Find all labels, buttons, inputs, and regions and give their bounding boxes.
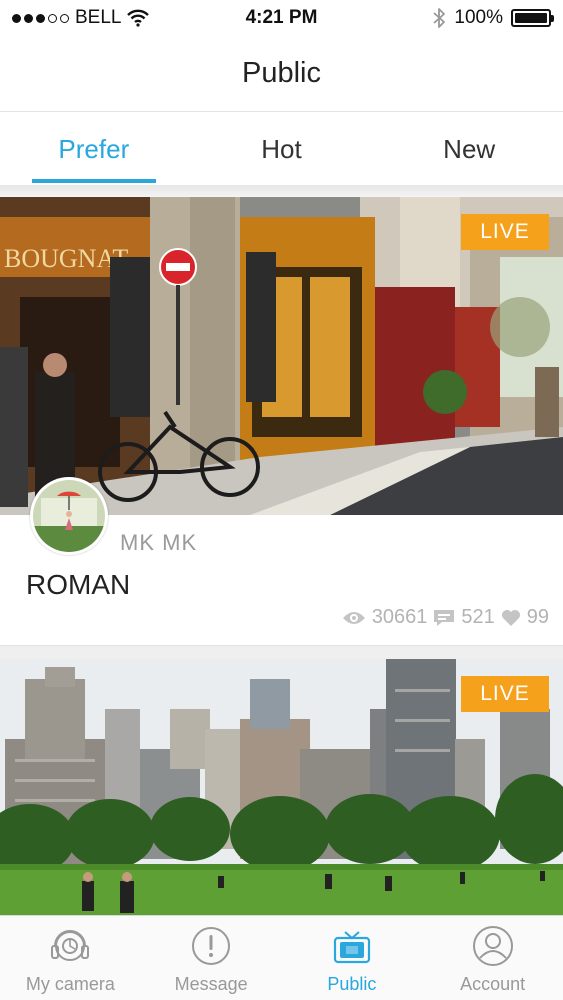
card-divider (0, 645, 563, 659)
nav-public[interactable]: Public (282, 916, 423, 1000)
battery-percent: 100% (454, 7, 503, 28)
page-title: Public (242, 57, 321, 89)
live-badge[interactable]: LIVE (461, 676, 549, 712)
card-info: MK MK ROMAN 30661 521 99 (0, 477, 563, 645)
live-badge[interactable]: LIVE (461, 214, 549, 250)
likes-count: 99 (526, 606, 549, 628)
stream-thumbnail[interactable]: LIVE (0, 659, 563, 915)
comments-count: 521 (461, 606, 495, 628)
comment-icon (434, 609, 455, 626)
signal-strength-icon (12, 13, 69, 23)
eye-icon (342, 611, 365, 624)
carrier-label: BELL (75, 7, 122, 28)
nav-label: Message (174, 974, 248, 994)
nav-label: Public (327, 974, 377, 994)
tab-new[interactable]: New (375, 113, 563, 185)
feed-card[interactable]: BOUGNAT LIVE MK MK ROMAN 30661 521 99 (0, 197, 563, 645)
battery-fill (515, 13, 547, 23)
stream-stats: 30661 521 99 (342, 606, 549, 629)
camera-icon (51, 930, 90, 961)
avatar[interactable] (30, 477, 108, 555)
status-bar: BELL 4:21 PM 100% (0, 0, 563, 36)
nav-label: My camera (25, 974, 115, 994)
author-name: MK MK (120, 530, 198, 555)
tab-prefer[interactable]: Prefer (0, 113, 188, 185)
app-screen: BELL 4:21 PM 100% Public Prefer Hot New (0, 0, 563, 1000)
user-icon (472, 926, 513, 966)
stream-thumbnail[interactable]: BOUGNAT LIVE (0, 197, 563, 515)
tab-bar: Prefer Hot New (0, 113, 563, 185)
nav-message[interactable]: Message (141, 916, 282, 1000)
title-bar: Public (0, 36, 563, 112)
alert-icon (192, 927, 231, 965)
heart-icon (501, 609, 520, 626)
feed-card[interactable]: LIVE (0, 659, 563, 915)
live-feed[interactable]: BOUGNAT LIVE MK MK ROMAN 30661 521 99 LI… (0, 197, 563, 915)
nav-label: Account (460, 974, 526, 994)
tabs-divider (0, 185, 563, 197)
nav-my-camera[interactable]: My camera (0, 916, 141, 1000)
battery-icon (511, 9, 554, 27)
tv-icon (333, 931, 370, 964)
bluetooth-icon (433, 8, 446, 28)
wifi-icon (127, 9, 150, 27)
views-count: 30661 (371, 606, 428, 628)
status-left: BELL (12, 7, 150, 29)
bottom-nav: My camera Message Public Account (0, 915, 563, 1000)
tab-hot[interactable]: Hot (188, 113, 376, 185)
nav-account[interactable]: Account (422, 916, 563, 1000)
svg-text:BOUGNAT: BOUGNAT (4, 244, 128, 273)
stream-title: ROMAN (26, 569, 131, 600)
status-right: 100% (432, 7, 554, 29)
avatar-image (33, 480, 105, 552)
